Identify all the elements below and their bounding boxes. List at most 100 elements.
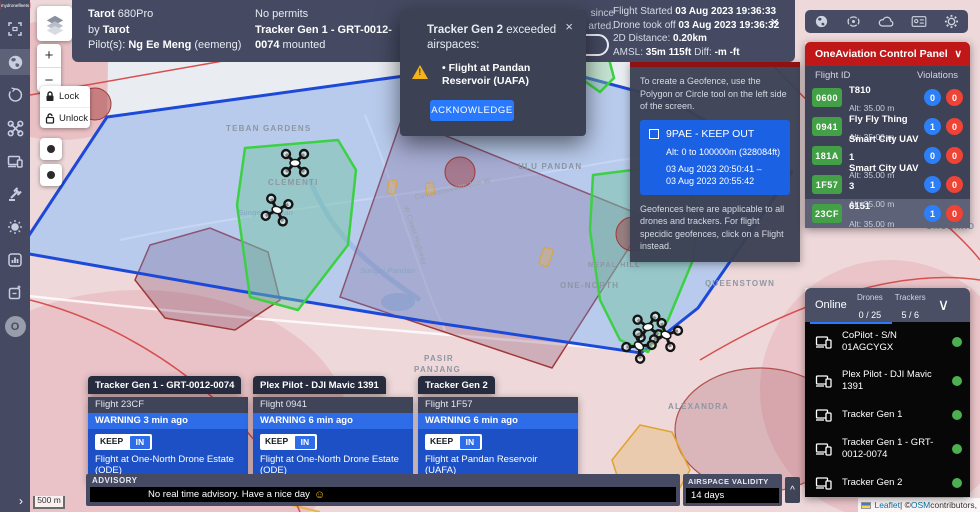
advisory-message: No real time advisory. Have a nice day☺ [90,487,676,502]
card-warning-status: WARNING 6 min ago [418,413,578,429]
leaflet-link[interactable]: Leaflet [874,500,900,510]
warning-card[interactable]: Plex Pilot - DJI Mavic 1391 Flight 0941 … [253,376,413,483]
polygon-icon [649,129,659,139]
map-globe-icon[interactable] [0,49,30,75]
map-label: PASIR [424,354,454,363]
map-label: TEBAN GARDENS [226,124,311,133]
map-layers-button[interactable] [37,6,72,41]
card-flight-id: Flight 0941 [253,397,413,413]
device-row[interactable]: Plex Pilot - DJI Mavic 1391 [805,361,970,400]
advisory-label: ADVISORY [92,476,680,485]
device-icon [815,442,833,456]
map-label: CLEMENTI [268,178,319,187]
device-icon [815,374,833,388]
device-row[interactable]: CoPilot - S/N 01AGCYGX [805,322,970,361]
draw-marker-tool-button[interactable] [40,164,62,186]
geofence-zone-card[interactable]: 9PAE - KEEP OUT Alt: 0 to 100000m (32808… [640,120,790,195]
advisory-bar: ADVISORY No real time advisory. Have a n… [86,474,680,506]
warning-card[interactable]: Tracker Gen 1 - GRT-0012-0074 Flight 23C… [88,376,248,483]
dot-icon [47,171,55,179]
contact-card-icon[interactable] [911,15,927,28]
online-status-dot [952,337,962,347]
acknowledge-button[interactable]: ACKNOWLEDGE [430,100,514,121]
flight-id-badge: 0941 [812,117,842,136]
lock-button[interactable]: Lock [40,86,90,107]
card-location: Flight at Pandan Reservoir (UAFA) [425,454,571,476]
analytics-icon[interactable] [0,247,30,273]
chevron-down-icon: ∨ [938,295,950,315]
card-flight-id: Flight 1F57 [418,397,578,413]
device-row[interactable]: Tracker Gen 1 [805,400,970,429]
keep-in-badge: KEEPIN [95,434,152,450]
brightness-icon[interactable] [0,214,30,240]
tab-indicator [810,322,892,324]
warning-icon [412,65,428,79]
devices-icon[interactable] [0,148,30,174]
violation-list: • Flight at Pandan Reservoir (UAFA) [442,62,572,88]
card-warning-status: WARNING 3 min ago [88,413,248,429]
map-scale: 500 m [33,496,65,509]
sidebar-expand-chevron-icon[interactable]: › [19,494,23,508]
warning-card[interactable]: Tracker Gen 2 Flight 1F57 WARNING 6 min … [418,376,578,483]
close-icon[interactable]: × [565,19,573,34]
left-sidebar: [mydronefleets] O › [0,0,30,512]
gear-icon[interactable] [944,14,959,29]
device-row[interactable]: Tracker Gen 2 [805,468,970,497]
map-label: QUEENSTOWN [705,279,775,288]
online-status-dot [952,410,962,420]
app-logo: [mydronefleets] [0,3,31,9]
modal-title: Tracker Gen 2 exceeded airspaces: [427,23,557,53]
card-title: Tracker Gen 1 - GRT-0012-0074 [88,376,241,394]
keep-in-badge: KEEPIN [260,434,317,450]
unlock-icon [45,113,55,124]
violation-count: 0 [946,118,963,135]
drones-counter: Drones0 / 25 [857,287,883,323]
drone-marker[interactable] [280,148,310,178]
flight-telemetry: Flight Started 03 Aug 2023 19:36:33 Dron… [613,5,779,59]
draw-circle-tool-button[interactable] [40,138,62,160]
device-row[interactable]: Tracker Gen 1 - GRT-0012-0074 [805,429,970,468]
flight-id-badge: 181A [812,146,842,165]
unlock-button[interactable]: Unlock [40,107,90,128]
device-icon [815,408,833,422]
violation-count: 0 [946,205,963,222]
close-icon[interactable]: × [770,14,779,31]
map-label: ALEXANDRA [668,402,729,411]
gavel-icon[interactable] [0,181,30,207]
online-status-dot [952,444,962,454]
collapse-chevron-button[interactable]: ^ [785,477,800,503]
radar-icon[interactable] [846,14,861,29]
zoom-in-button[interactable]: + [37,44,61,68]
trackers-counter: Trackers5 / 6 [895,287,926,323]
keep-in-badge: KEEPIN [425,434,482,450]
map-attribution: Leaflet | © OSM contributors, [858,498,980,512]
flight-row-selected[interactable]: 23CF 6151Alt: 35.00 m 1 0 [805,199,970,228]
user-avatar[interactable]: O [5,316,26,337]
drone-icon[interactable] [0,115,30,141]
online-panel-header[interactable]: Online Drones0 / 25 Trackers5 / 6 ∨ [805,288,970,322]
flight-id-badge: 1F57 [812,175,842,194]
map-label: ONE-NORTH [560,281,619,290]
map-label: PANJANG [414,365,461,374]
cloud-icon[interactable] [878,15,894,28]
map-label: NEPAL HILL [588,262,641,269]
airspace-validity-panel: AIRSPACE VALIDITY 14 days [683,474,782,506]
warning-count: 1 [924,176,941,193]
compose-icon[interactable] [0,280,30,306]
violation-count: 0 [946,89,963,106]
violation-count: 0 [946,176,963,193]
globe-icon[interactable] [814,14,829,29]
fullscreen-icon[interactable] [0,16,30,42]
violation-count: 0 [946,147,963,164]
card-flight-id: Flight 23CF [88,397,248,413]
geofence-panel: To create a Geofence, use the Polygon or… [630,62,800,262]
control-panel-header[interactable]: OneAviation Control Panel ∨ [805,42,970,66]
history-icon[interactable] [0,82,30,108]
permit-mount-info: No permits Tracker Gen 1 - GRT-0012-0074… [255,7,415,54]
osm-link[interactable]: OSM [911,500,930,510]
map-label-water: Sungei Pandan [360,266,415,275]
smiley-icon: ☺ [314,489,325,501]
warning-count: 0 [924,89,941,106]
oneaviation-control-panel: OneAviation Control Panel ∨ Flight IDVio… [805,42,970,228]
geofence-hint-top: To create a Geofence, use the Polygon or… [640,75,790,113]
